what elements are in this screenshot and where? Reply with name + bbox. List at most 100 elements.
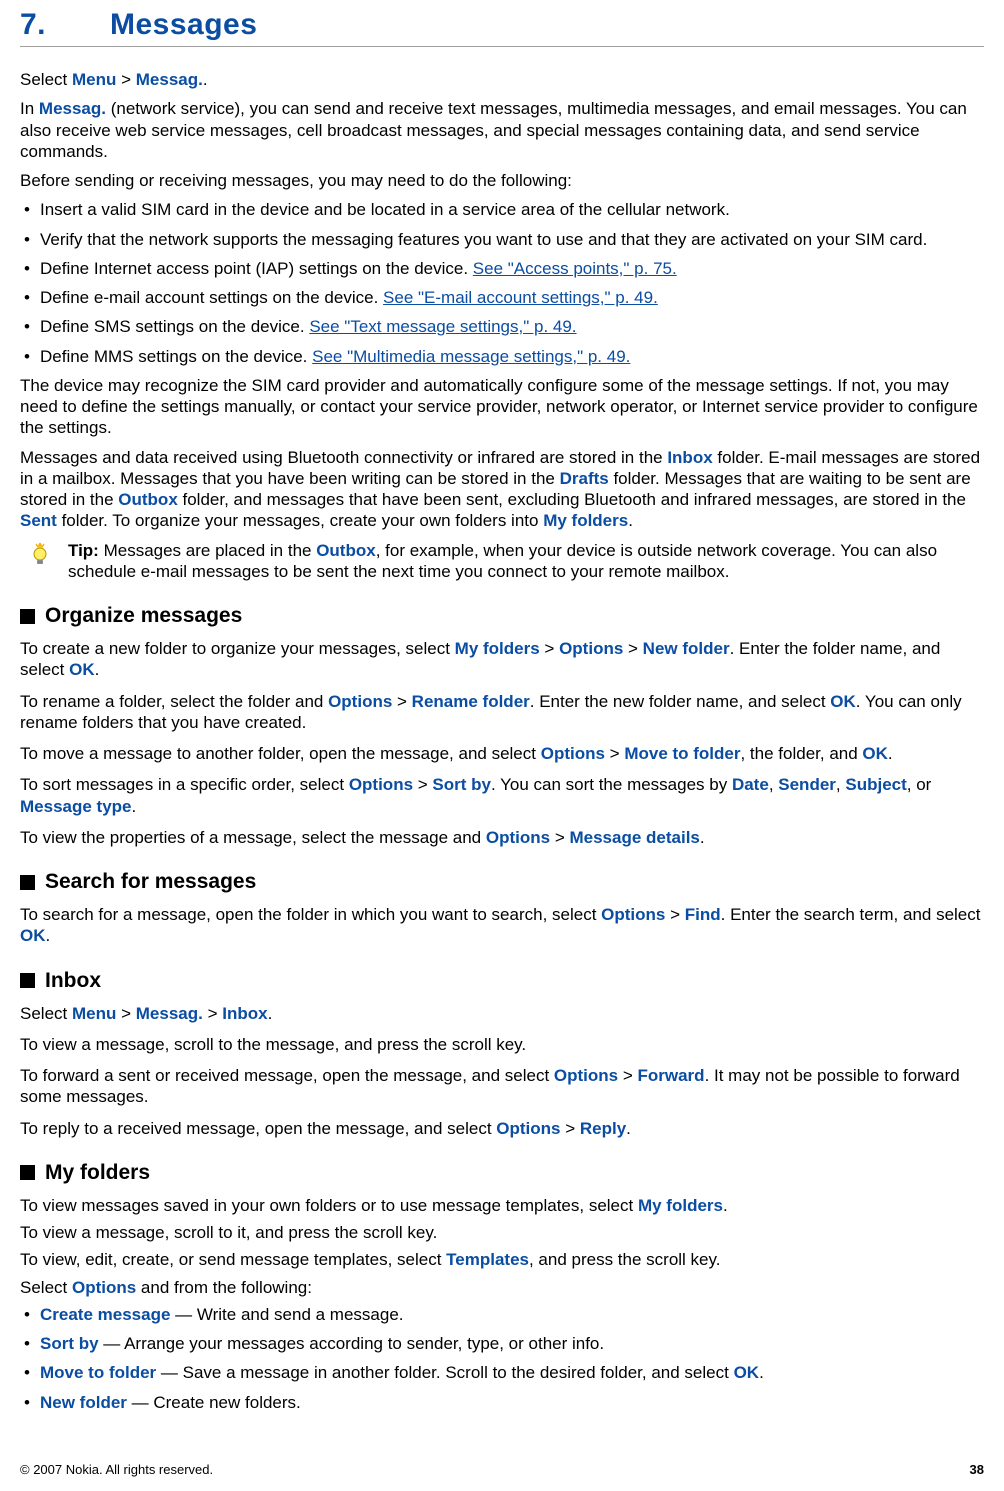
- section-title: Organize messages: [45, 604, 242, 628]
- paragraph: To move a message to another folder, ope…: [20, 743, 984, 764]
- ui-term-ok: OK: [830, 692, 856, 711]
- ui-term-messag: Messag.: [136, 70, 203, 89]
- section-title: My folders: [45, 1161, 150, 1185]
- ui-term-find: Find: [685, 905, 721, 924]
- list-item: Define Internet access point (IAP) setti…: [20, 258, 984, 279]
- ui-term-move-to-folder: Move to folder: [624, 744, 740, 763]
- text: >: [540, 639, 559, 658]
- text: .: [723, 1196, 728, 1215]
- prerequisite-list: Insert a valid SIM card in the device an…: [20, 199, 984, 367]
- tip-label: Tip:: [68, 541, 104, 560]
- ui-term-options: Options: [486, 828, 550, 847]
- text: To rename a folder, select the folder an…: [20, 692, 328, 711]
- text: To move a message to another folder, ope…: [20, 744, 541, 763]
- section-title: Search for messages: [45, 870, 256, 894]
- square-bullet-icon: [20, 1165, 35, 1180]
- text: , and press the scroll key.: [529, 1250, 721, 1269]
- ui-term-options: Options: [328, 692, 392, 711]
- cross-ref-link[interactable]: See "Multimedia message settings," p. 49…: [312, 347, 630, 366]
- paragraph: To forward a sent or received message, o…: [20, 1065, 984, 1108]
- text: — Save a message in another folder. Scro…: [156, 1363, 733, 1382]
- ui-term-options: Options: [496, 1119, 560, 1138]
- ui-term-drafts: Drafts: [560, 469, 609, 488]
- tip-text: Tip: Messages are placed in the Outbox, …: [68, 540, 984, 583]
- text: To reply to a received message, open the…: [20, 1119, 496, 1138]
- ui-term-inbox: Inbox: [667, 448, 712, 467]
- text: .: [759, 1363, 764, 1382]
- chapter-title: Messages: [110, 8, 257, 41]
- text: .: [95, 660, 100, 679]
- ui-term-sent: Sent: [20, 511, 57, 530]
- text: ,: [836, 775, 845, 794]
- text: ,: [769, 775, 778, 794]
- paragraph: To reply to a received message, open the…: [20, 1118, 984, 1139]
- ui-term-new-folder: New folder: [40, 1393, 127, 1412]
- text: >: [392, 692, 411, 711]
- text: >: [665, 905, 684, 924]
- list-item: Move to folder — Save a message in anoth…: [20, 1362, 984, 1383]
- text: >: [116, 1004, 135, 1023]
- copyright-text: © 2007 Nokia. All rights reserved.: [20, 1462, 213, 1477]
- text: To view the properties of a message, sel…: [20, 828, 486, 847]
- text: .: [46, 926, 51, 945]
- square-bullet-icon: [20, 875, 35, 890]
- ui-term-options: Options: [601, 905, 665, 924]
- ui-term-my-folders: My folders: [455, 639, 540, 658]
- list-item: Insert a valid SIM card in the device an…: [20, 199, 984, 220]
- ui-term-menu: Menu: [72, 1004, 116, 1023]
- text: >: [623, 639, 642, 658]
- paragraph: To view messages saved in your own folde…: [20, 1195, 984, 1216]
- ui-term-reply: Reply: [580, 1119, 626, 1138]
- text: Insert a valid SIM card in the device an…: [40, 200, 730, 219]
- paragraph: To search for a message, open the folder…: [20, 904, 984, 947]
- text: Define Internet access point (IAP) setti…: [40, 259, 473, 278]
- ui-term-my-folders: My folders: [543, 511, 628, 530]
- text: Messages are placed in the: [104, 541, 317, 560]
- ui-term-menu: Menu: [72, 70, 116, 89]
- paragraph: In Messag. (network service), you can se…: [20, 98, 984, 162]
- ui-term-sort-by: Sort by: [432, 775, 491, 794]
- paragraph: Select Options and from the following:: [20, 1277, 984, 1298]
- text: folder. To organize your messages, creat…: [57, 511, 543, 530]
- text: .: [268, 1004, 273, 1023]
- text: .: [700, 828, 705, 847]
- ui-term-ok: OK: [69, 660, 95, 679]
- text: To view, edit, create, or send message t…: [20, 1250, 446, 1269]
- chapter-number: 7.: [20, 8, 110, 42]
- text: >: [116, 70, 135, 89]
- list-item: New folder — Create new folders.: [20, 1392, 984, 1413]
- text: To create a new folder to organize your …: [20, 639, 455, 658]
- cross-ref-link[interactable]: See "E-mail account settings," p. 49.: [383, 288, 658, 307]
- ui-term-options: Options: [559, 639, 623, 658]
- paragraph: To view a message, scroll to the message…: [20, 1034, 984, 1055]
- ui-term-message-details: Message details: [569, 828, 699, 847]
- text: (network service), you can send and rece…: [20, 99, 967, 161]
- ui-term-date: Date: [732, 775, 769, 794]
- text: >: [561, 1119, 580, 1138]
- text: To search for a message, open the folder…: [20, 905, 601, 924]
- text: In: [20, 99, 39, 118]
- page-number: 38: [970, 1462, 984, 1477]
- cross-ref-link[interactable]: See "Access points," p. 75.: [473, 259, 677, 278]
- cross-ref-link[interactable]: See "Text message settings," p. 49.: [309, 317, 576, 336]
- ui-term-templates: Templates: [446, 1250, 529, 1269]
- paragraph: To view the properties of a message, sel…: [20, 827, 984, 848]
- square-bullet-icon: [20, 973, 35, 988]
- ui-term-create-message: Create message: [40, 1305, 170, 1324]
- paragraph: To view, edit, create, or send message t…: [20, 1249, 984, 1270]
- text: >: [605, 744, 624, 763]
- ui-term-outbox: Outbox: [118, 490, 178, 509]
- ui-term-move-to-folder: Move to folder: [40, 1363, 156, 1382]
- page-footer: © 2007 Nokia. All rights reserved. 38: [20, 1462, 984, 1477]
- paragraph: The device may recognize the SIM card pr…: [20, 375, 984, 439]
- ui-term-rename-folder: Rename folder: [412, 692, 530, 711]
- ui-term-subject: Subject: [845, 775, 906, 794]
- list-item: Define MMS settings on the device. See "…: [20, 346, 984, 367]
- ui-term-ok: OK: [20, 926, 46, 945]
- ui-term-forward: Forward: [638, 1066, 705, 1085]
- ui-term-sender: Sender: [778, 775, 836, 794]
- section-heading-search: Search for messages: [20, 870, 984, 894]
- paragraph: To view a message, scroll to it, and pre…: [20, 1222, 984, 1243]
- text: , the folder, and: [740, 744, 862, 763]
- text: .: [203, 70, 208, 89]
